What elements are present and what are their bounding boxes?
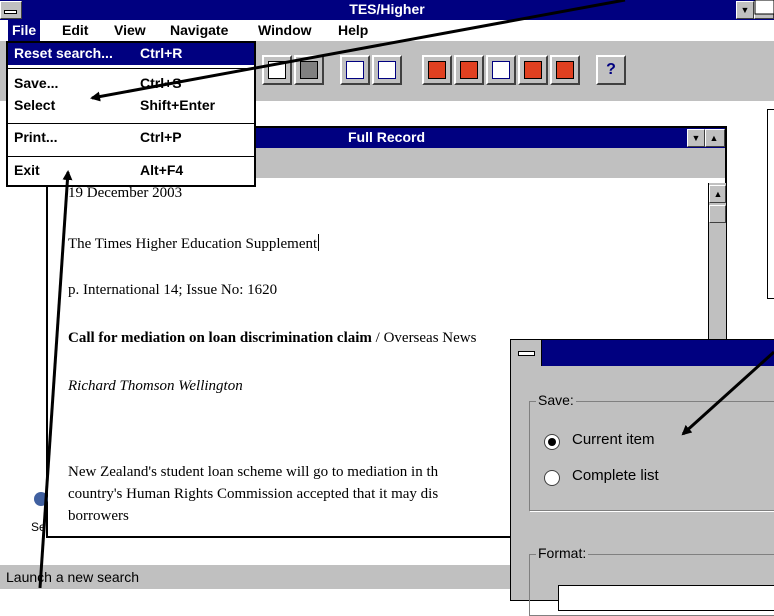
format-select[interactable] — [558, 585, 774, 611]
arrow-to-exit — [38, 170, 73, 588]
arrow-to-current-item — [681, 350, 774, 436]
annotation-arrows — [38, 0, 774, 588]
corner-box — [754, 0, 774, 15]
arrow-to-save — [90, 0, 626, 102]
